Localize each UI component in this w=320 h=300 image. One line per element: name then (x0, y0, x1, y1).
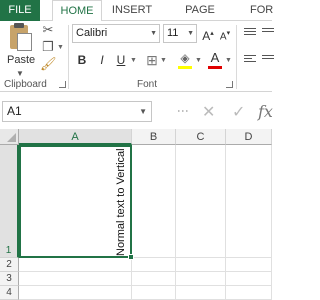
paste-label: Paste (7, 54, 36, 66)
fill-color-icon[interactable]: ◈ (177, 50, 193, 66)
shrink-font-icon: A (219, 31, 227, 43)
cell-d4[interactable] (226, 286, 272, 300)
formula-bar: A1 ▼ ⋮ ✕ ✓ fx (0, 92, 273, 129)
font-color-swatch (208, 66, 222, 69)
tab-home[interactable]: HOME (52, 0, 102, 22)
cell-d1[interactable] (226, 145, 272, 258)
tab-page-layout[interactable]: PAGE LAYOUT (163, 0, 237, 36)
copy-icon[interactable]: ❐ (40, 39, 56, 55)
font-color-dropdown-icon[interactable]: ▼ (225, 57, 232, 64)
enter-icon[interactable]: ✓ (232, 102, 245, 122)
row-header-1[interactable]: 1 (0, 145, 19, 258)
cell-a3[interactable] (19, 272, 132, 286)
cell-b1[interactable] (132, 145, 176, 258)
ribbon: Paste ▼ ✂ ❐ ▼ 🖌 Clipboard Calibri ▼ 11 ▼… (0, 21, 274, 92)
cell-a2[interactable] (19, 258, 132, 272)
clipboard-clip-icon (14, 23, 24, 28)
cell-b4[interactable] (132, 286, 176, 300)
borders-dropdown-icon[interactable]: ▼ (160, 57, 167, 64)
fill-handle[interactable] (128, 254, 134, 260)
clipboard-group-label: Clipboard (4, 79, 47, 90)
font-size-dropdown[interactable]: 11 ▼ (163, 24, 197, 43)
ribbon-tab-bar: FILE HOME INSERT PAGE LAYOUT FOR (0, 0, 273, 36)
column-header-c[interactable]: C (176, 129, 226, 145)
row-number: 1 (5, 245, 12, 256)
group-separator (236, 25, 237, 89)
tab-insert[interactable]: INSERT (110, 0, 154, 21)
tab-file[interactable]: FILE (0, 0, 40, 21)
paste-dropdown-icon[interactable]: ▼ (16, 69, 24, 78)
cell-c4[interactable] (176, 286, 226, 300)
center-align-icon[interactable] (262, 55, 274, 61)
paste-button[interactable]: Paste ▼ (3, 23, 36, 78)
chevron-down-icon: ▼ (150, 30, 157, 37)
font-launcher-icon[interactable] (226, 81, 233, 88)
cell-d2[interactable] (226, 258, 272, 272)
row-number: 3 (6, 273, 12, 284)
chevron-down-icon: ▼ (139, 107, 147, 116)
middle-align-icon[interactable] (262, 28, 274, 34)
font-size-value: 11 (167, 27, 179, 39)
underline-dropdown-icon[interactable]: ▼ (130, 57, 137, 64)
fill-color-dropdown-icon[interactable]: ▼ (195, 57, 202, 64)
underline-button[interactable]: U (113, 52, 129, 68)
select-all-button[interactable] (0, 129, 19, 145)
chevron-down-icon: ▼ (187, 30, 194, 37)
row-header-2[interactable]: 2 (0, 258, 19, 272)
group-separator (68, 25, 69, 89)
row-header-4[interactable]: 4 (0, 286, 19, 300)
cell-b2[interactable] (132, 258, 176, 272)
column-header-b[interactable]: B (132, 129, 176, 145)
left-align-icon[interactable] (244, 55, 256, 64)
row-number: 4 (6, 287, 12, 298)
cell-a4[interactable] (19, 286, 132, 300)
worksheet-grid: A B C D 1 2 3 4 Normal text to Vertical (0, 129, 272, 300)
bold-button[interactable]: B (74, 52, 90, 68)
insert-function-button[interactable]: fx (258, 102, 273, 121)
shrink-font-button[interactable]: A▾ (217, 26, 233, 42)
top-align-icon[interactable] (244, 28, 256, 37)
cell-b3[interactable] (132, 272, 176, 286)
copy-dropdown-icon[interactable]: ▼ (57, 44, 64, 51)
cancel-icon[interactable]: ✕ (202, 102, 215, 122)
cut-icon[interactable]: ✂ (40, 22, 56, 38)
row-number: 2 (6, 259, 12, 270)
row-header-3[interactable]: 3 (0, 272, 19, 286)
cell-c3[interactable] (176, 272, 226, 286)
tab-formulas[interactable]: FOR (250, 0, 280, 21)
column-header-d[interactable]: D (226, 129, 272, 145)
name-box-value: A1 (7, 104, 22, 118)
font-name-dropdown[interactable]: Calibri ▼ (72, 24, 160, 43)
formula-bar-grip-icon[interactable]: ⋮ (176, 105, 190, 116)
borders-icon[interactable]: ⊞ (144, 52, 160, 68)
cell-c2[interactable] (176, 258, 226, 272)
name-box[interactable]: A1 ▼ (2, 101, 152, 122)
font-name-value: Calibri (76, 27, 108, 39)
cell-d3[interactable] (226, 272, 272, 286)
highlight-color-swatch (178, 66, 192, 69)
italic-button[interactable]: I (94, 52, 110, 68)
clipboard-launcher-icon[interactable] (59, 81, 66, 88)
format-painter-icon[interactable]: 🖌 (40, 56, 57, 72)
active-cell-selection[interactable] (19, 145, 134, 260)
cell-c1[interactable] (176, 145, 226, 258)
font-color-button[interactable]: A (207, 50, 223, 66)
grow-font-button[interactable]: A▴ (200, 26, 216, 43)
paste-paper-icon (17, 33, 32, 51)
column-header-a[interactable]: A (19, 129, 132, 145)
select-all-icon (7, 133, 16, 142)
font-group-label: Font (137, 79, 158, 90)
